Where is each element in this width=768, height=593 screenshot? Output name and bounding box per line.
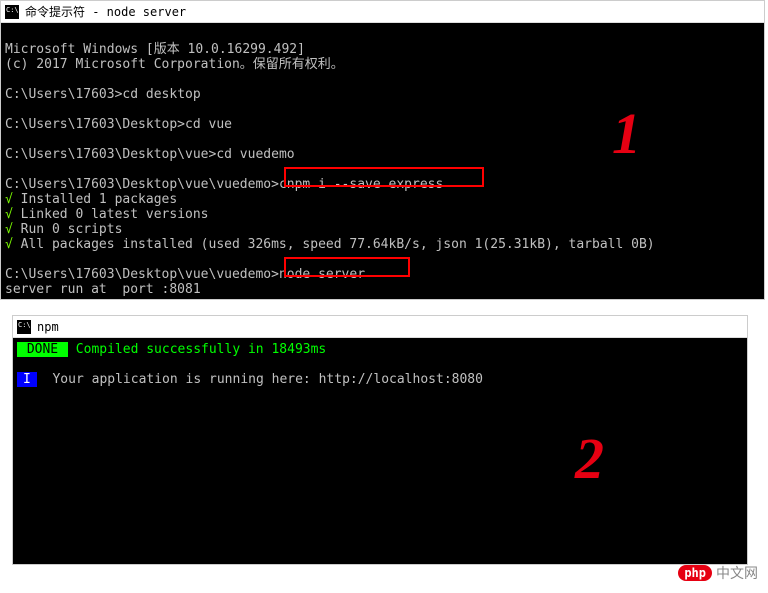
watermark-text: 中文网 <box>716 563 758 583</box>
install-output: Run 0 scripts <box>13 222 123 237</box>
check-icon: √ <box>5 237 13 252</box>
window-title: npm <box>37 320 59 334</box>
command: cd vuedemo <box>216 147 294 162</box>
prompt: C:\Users\17603\Desktop> <box>5 117 185 132</box>
prompt: C:\Users\17603\Desktop\vue> <box>5 147 216 162</box>
terminal-window-cmd: 命令提示符 - node server Microsoft Windows [版… <box>0 0 765 300</box>
window-title: 命令提示符 - node server <box>25 3 186 20</box>
install-output: Installed 1 packages <box>13 192 177 207</box>
cmd-icon <box>17 320 31 334</box>
command-node-server: node server <box>279 267 365 282</box>
app-url-line: Your application is running here: http:/… <box>37 372 483 387</box>
prompt: C:\Users\17603\Desktop\vue\vuedemo> <box>5 177 279 192</box>
install-output: Linked 0 latest versions <box>13 207 209 222</box>
terminal-body-npm[interactable]: DONE Compiled successfully in 18493ms I … <box>13 338 747 406</box>
compile-status: Compiled successfully in 18493ms <box>68 342 326 357</box>
titlebar-npm[interactable]: npm <box>13 316 747 338</box>
info-badge: I <box>17 372 37 387</box>
copyright-line: (c) 2017 Microsoft Corporation。保留所有权利。 <box>5 57 344 72</box>
titlebar-cmd[interactable]: 命令提示符 - node server <box>1 1 764 23</box>
prompt: C:\Users\17603> <box>5 87 122 102</box>
command: cd desktop <box>122 87 200 102</box>
command-cnpm-install: cnpm i --save express <box>279 177 443 192</box>
server-output: server run at port :8081 <box>5 282 201 297</box>
command: cd vue <box>185 117 232 132</box>
terminal-window-npm: npm DONE Compiled successfully in 18493m… <box>12 315 748 565</box>
check-icon: √ <box>5 207 13 222</box>
check-icon: √ <box>5 222 13 237</box>
done-badge: DONE <box>17 342 68 357</box>
terminal-body-cmd[interactable]: Microsoft Windows [版本 10.0.16299.492] (c… <box>1 23 764 346</box>
install-summary: All packages installed (used 326ms, spee… <box>13 237 655 252</box>
cmd-icon <box>5 5 19 19</box>
os-version-line: Microsoft Windows [版本 10.0.16299.492] <box>5 42 305 57</box>
annotation-2: 2 <box>575 425 604 492</box>
watermark: php 中文网 <box>678 563 758 583</box>
php-badge: php <box>678 565 712 581</box>
prompt: C:\Users\17603\Desktop\vue\vuedemo> <box>5 267 279 282</box>
annotation-1: 1 <box>612 100 641 167</box>
check-icon: √ <box>5 192 13 207</box>
